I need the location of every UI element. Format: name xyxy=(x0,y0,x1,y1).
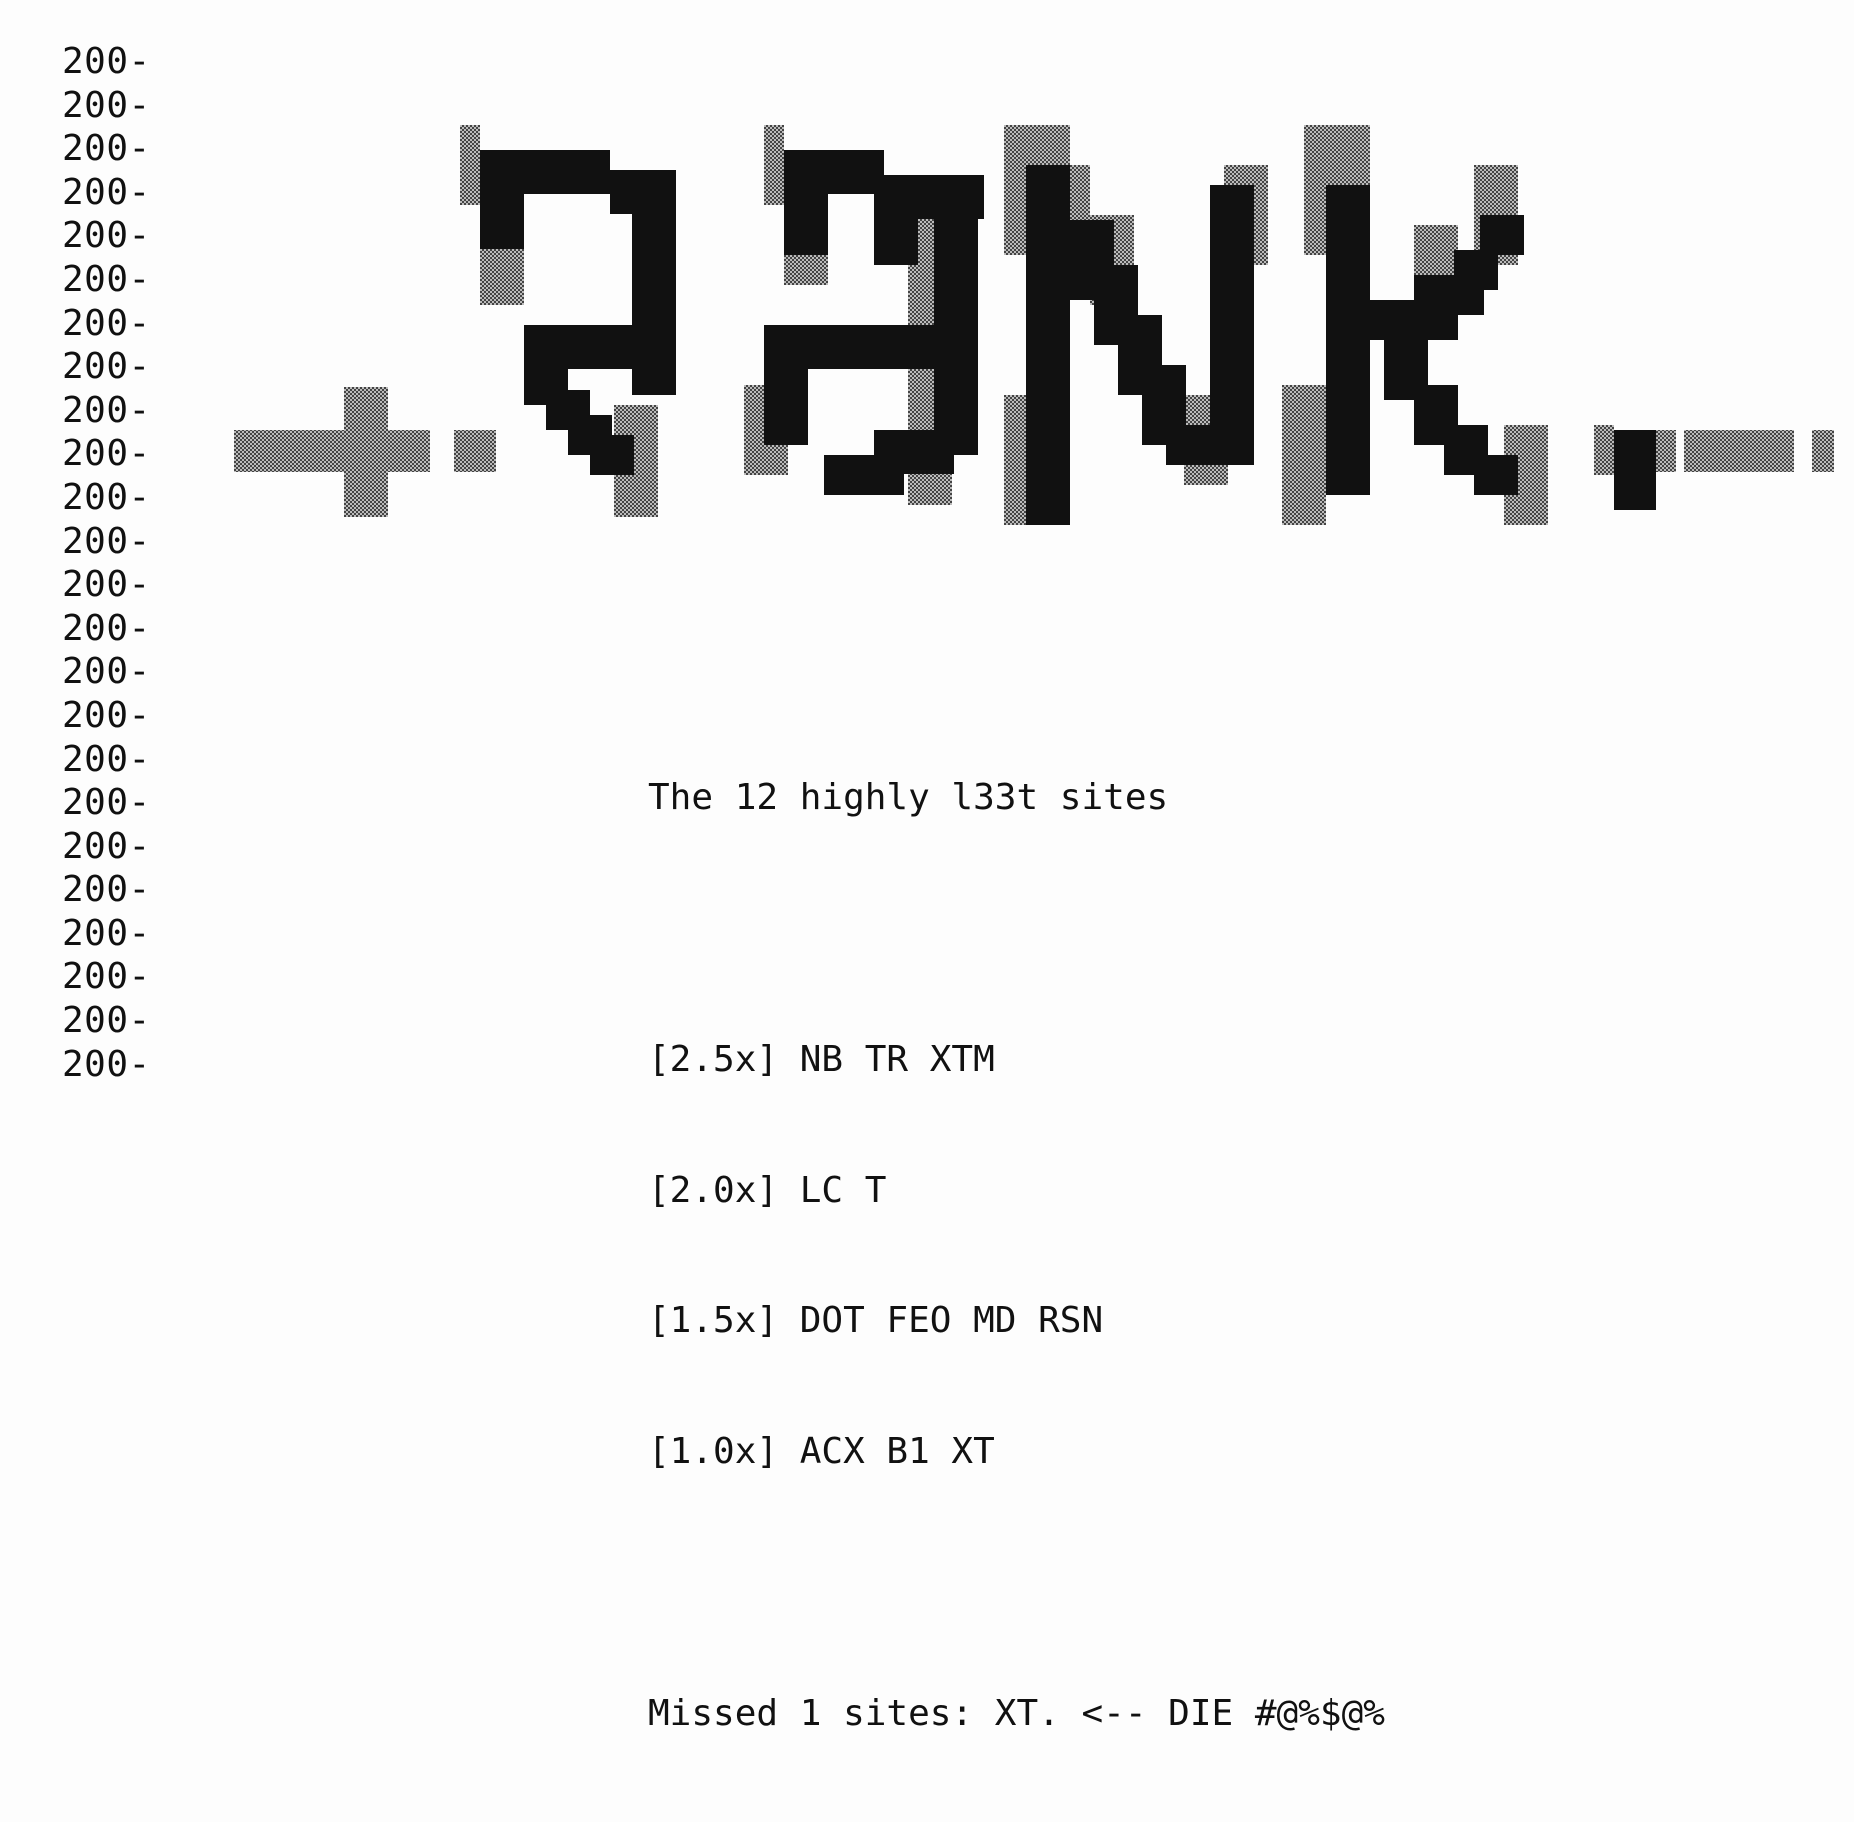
line-prefix: 200- xyxy=(62,738,151,780)
banner-glyph-b xyxy=(744,125,984,505)
line-prefix: 200- xyxy=(62,433,151,475)
line-prefix: 200- xyxy=(62,607,151,649)
banner-trailing-dot xyxy=(1594,425,1676,510)
line-prefix: 200- xyxy=(62,41,151,82)
line-prefix: 200- xyxy=(62,869,151,911)
tier-line-1-0x: [1.0x] ACX B1 XT xyxy=(648,1431,995,1473)
line-prefix: 200- xyxy=(62,346,151,388)
tier-line-2-5x: [2.5x] NB TR XTM xyxy=(648,1038,995,1080)
line-prefix: 200- xyxy=(62,476,151,518)
tier-line-2-0x: [2.0x] LC T xyxy=(648,1169,887,1211)
line-prefix: 200- xyxy=(62,564,151,606)
terminal-window: 200- 200- 200- 200- 200- 200- 200- 200- 200- 200-… xyxy=(0,0,1854,1734)
banner-glyph-n xyxy=(1004,125,1268,525)
banner-trailing-dots xyxy=(1684,430,1834,472)
banner-glyph-k xyxy=(1282,125,1548,525)
line-prefix: 200- xyxy=(62,84,151,126)
line-prefix: 200- xyxy=(62,956,151,998)
line-prefix: 200- xyxy=(62,215,151,257)
missed-sites-line: Missed 1 sites: XT. <-- DIE #@%$@% xyxy=(648,1692,1385,1734)
banner-leading-dots xyxy=(234,387,496,517)
line-prefix: 200- xyxy=(62,520,151,562)
line-prefix: 200- xyxy=(62,302,151,344)
line-prefix: 200- xyxy=(62,171,151,213)
line-prefix: 200- xyxy=(62,389,151,431)
line-prefix: 200- xyxy=(62,694,151,736)
summary-title: The 12 highly l33t sites xyxy=(648,777,1169,819)
tier-line-1-5x: [1.5x] DOT FEO MD RSN xyxy=(648,1300,1104,1342)
line-prefix-gutter: 200- 200- 200- 200- 200- 200- 200- 200- 200- 200-… xyxy=(62,40,151,1085)
line-prefix: 200- xyxy=(62,912,151,954)
line-prefix: 200- xyxy=(62,1000,151,1042)
score-summary: The 12 highly l33t sites [2.5x] NB TR XT… xyxy=(648,689,1385,1822)
line-prefix: 200- xyxy=(62,782,151,824)
line-prefix: 200- xyxy=(62,128,151,170)
line-prefix: 200- xyxy=(62,258,151,300)
ascii-art-banner xyxy=(234,125,1834,525)
line-prefix: 200- xyxy=(62,651,151,693)
line-prefix: 200- xyxy=(62,825,151,867)
